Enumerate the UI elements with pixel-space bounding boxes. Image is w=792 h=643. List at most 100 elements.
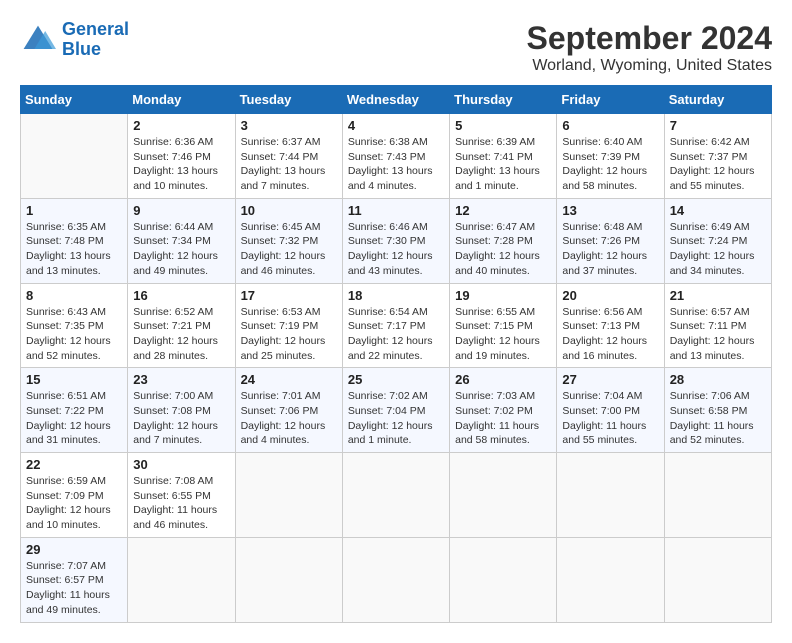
header-friday: Friday [557,86,664,114]
day-info: Sunrise: 7:06 AMSunset: 6:58 PMDaylight:… [670,389,766,448]
day-info: Sunrise: 6:52 AMSunset: 7:21 PMDaylight:… [133,305,229,364]
day-number: 21 [670,288,766,303]
day-number: 22 [26,457,122,472]
calendar-cell: 26Sunrise: 7:03 AMSunset: 7:02 PMDayligh… [450,368,557,453]
calendar-cell: 4 Sunrise: 6:38 AMSunset: 7:43 PMDaylight… [342,114,449,199]
calendar-cell: 1 Sunrise: 6:35 AMSunset: 7:48 PMDaylight… [21,198,128,283]
calendar-cell [664,453,771,538]
week-row-4: 22 Sunrise: 6:59 AMSunset: 7:09 PMDayligh… [21,453,772,538]
day-info: Sunrise: 6:46 AMSunset: 7:30 PMDaylight:… [348,220,444,279]
calendar-cell: 18Sunrise: 6:54 AMSunset: 7:17 PMDayligh… [342,283,449,368]
calendar-cell: 27 Sunrise: 7:04 AMSunset: 7:00 PMDayligh… [557,368,664,453]
page-title: September 2024 [527,20,772,57]
day-number: 3 [241,118,337,133]
calendar-cell: 9 Sunrise: 6:44 AMSunset: 7:34 PMDaylight… [128,198,235,283]
logo-text: General Blue [62,20,129,60]
calendar-cell [450,537,557,622]
day-number: 29 [26,542,122,557]
day-info: Sunrise: 6:36 AMSunset: 7:46 PMDaylight:… [133,135,229,194]
calendar-cell: 6 Sunrise: 6:40 AMSunset: 7:39 PMDaylight… [557,114,664,199]
day-info: Sunrise: 6:45 AMSunset: 7:32 PMDaylight:… [241,220,337,279]
header-wednesday: Wednesday [342,86,449,114]
day-info: Sunrise: 6:42 AMSunset: 7:37 PMDaylight:… [670,135,766,194]
page-header: General Blue September 2024 Worland, Wyo… [20,20,772,75]
day-number: 30 [133,457,229,472]
logo-icon [20,22,56,58]
header-row: SundayMondayTuesdayWednesdayThursdayFrid… [21,86,772,114]
day-info: Sunrise: 7:01 AMSunset: 7:06 PMDaylight:… [241,389,337,448]
calendar-cell: 28Sunrise: 7:06 AMSunset: 6:58 PMDayligh… [664,368,771,453]
calendar-cell: 29 Sunrise: 7:07 AMSunset: 6:57 PMDayligh… [21,537,128,622]
day-number: 6 [562,118,658,133]
day-info: Sunrise: 6:59 AMSunset: 7:09 PMDaylight:… [26,474,122,533]
calendar-cell: 17 Sunrise: 6:53 AMSunset: 7:19 PMDayligh… [235,283,342,368]
calendar-cell: 14Sunrise: 6:49 AMSunset: 7:24 PMDayligh… [664,198,771,283]
day-info: Sunrise: 6:47 AMSunset: 7:28 PMDaylight:… [455,220,551,279]
page-subtitle: Worland, Wyoming, United States [527,57,772,75]
calendar-cell: 23 Sunrise: 7:00 AMSunset: 7:08 PMDayligh… [128,368,235,453]
header-tuesday: Tuesday [235,86,342,114]
day-info: Sunrise: 7:02 AMSunset: 7:04 PMDaylight:… [348,389,444,448]
day-number: 10 [241,203,337,218]
day-number: 9 [133,203,229,218]
day-number: 25 [348,372,444,387]
calendar-cell [342,537,449,622]
calendar-cell: 7 Sunrise: 6:42 AMSunset: 7:37 PMDaylight… [664,114,771,199]
day-number: 18 [348,288,444,303]
calendar-cell: 2 Sunrise: 6:36 AMSunset: 7:46 PMDaylight… [128,114,235,199]
calendar-cell: 8Sunrise: 6:43 AMSunset: 7:35 PMDaylight… [21,283,128,368]
day-info: Sunrise: 6:37 AMSunset: 7:44 PMDaylight:… [241,135,337,194]
day-info: Sunrise: 6:40 AMSunset: 7:39 PMDaylight:… [562,135,658,194]
day-number: 23 [133,372,229,387]
day-number: 2 [133,118,229,133]
day-number: 11 [348,203,444,218]
day-number: 27 [562,372,658,387]
day-number: 4 [348,118,444,133]
day-number: 1 [26,203,122,218]
calendar-cell [557,453,664,538]
calendar-table: SundayMondayTuesdayWednesdayThursdayFrid… [20,85,772,623]
calendar-cell: 13Sunrise: 6:48 AMSunset: 7:26 PMDayligh… [557,198,664,283]
calendar-cell [342,453,449,538]
calendar-cell: 15Sunrise: 6:51 AMSunset: 7:22 PMDayligh… [21,368,128,453]
day-info: Sunrise: 6:39 AMSunset: 7:41 PMDaylight:… [455,135,551,194]
day-info: Sunrise: 6:38 AMSunset: 7:43 PMDaylight:… [348,135,444,194]
calendar-cell: 24Sunrise: 7:01 AMSunset: 7:06 PMDayligh… [235,368,342,453]
calendar-cell [128,537,235,622]
day-info: Sunrise: 6:35 AMSunset: 7:48 PMDaylight:… [26,220,122,279]
title-block: September 2024 Worland, Wyoming, United … [527,20,772,75]
calendar-cell [664,537,771,622]
calendar-cell [235,453,342,538]
logo-line2: Blue [62,39,101,59]
week-row-2: 8Sunrise: 6:43 AMSunset: 7:35 PMDaylight… [21,283,772,368]
calendar-cell: 12 Sunrise: 6:47 AMSunset: 7:28 PMDayligh… [450,198,557,283]
calendar-cell: 3 Sunrise: 6:37 AMSunset: 7:44 PMDaylight… [235,114,342,199]
calendar-cell [235,537,342,622]
header-thursday: Thursday [450,86,557,114]
day-number: 12 [455,203,551,218]
day-info: Sunrise: 7:00 AMSunset: 7:08 PMDaylight:… [133,389,229,448]
day-info: Sunrise: 6:57 AMSunset: 7:11 PMDaylight:… [670,305,766,364]
day-number: 26 [455,372,551,387]
calendar-cell: 21 Sunrise: 6:57 AMSunset: 7:11 PMDayligh… [664,283,771,368]
week-row-0: 2 Sunrise: 6:36 AMSunset: 7:46 PMDaylight… [21,114,772,199]
day-number: 7 [670,118,766,133]
calendar-cell: 10 Sunrise: 6:45 AMSunset: 7:32 PMDayligh… [235,198,342,283]
day-number: 20 [562,288,658,303]
calendar-cell [557,537,664,622]
day-number: 17 [241,288,337,303]
logo: General Blue [20,20,129,60]
day-info: Sunrise: 7:07 AMSunset: 6:57 PMDaylight:… [26,559,122,618]
day-number: 15 [26,372,122,387]
day-info: Sunrise: 6:53 AMSunset: 7:19 PMDaylight:… [241,305,337,364]
calendar-cell: 20 Sunrise: 6:56 AMSunset: 7:13 PMDayligh… [557,283,664,368]
day-info: Sunrise: 6:43 AMSunset: 7:35 PMDaylight:… [26,305,122,364]
calendar-cell: 19Sunrise: 6:55 AMSunset: 7:15 PMDayligh… [450,283,557,368]
calendar-cell: 5Sunrise: 6:39 AMSunset: 7:41 PMDaylight… [450,114,557,199]
day-info: Sunrise: 6:56 AMSunset: 7:13 PMDaylight:… [562,305,658,364]
calendar-cell [21,114,128,199]
day-info: Sunrise: 6:44 AMSunset: 7:34 PMDaylight:… [133,220,229,279]
day-info: Sunrise: 7:04 AMSunset: 7:00 PMDaylight:… [562,389,658,448]
header-monday: Monday [128,86,235,114]
header-saturday: Saturday [664,86,771,114]
